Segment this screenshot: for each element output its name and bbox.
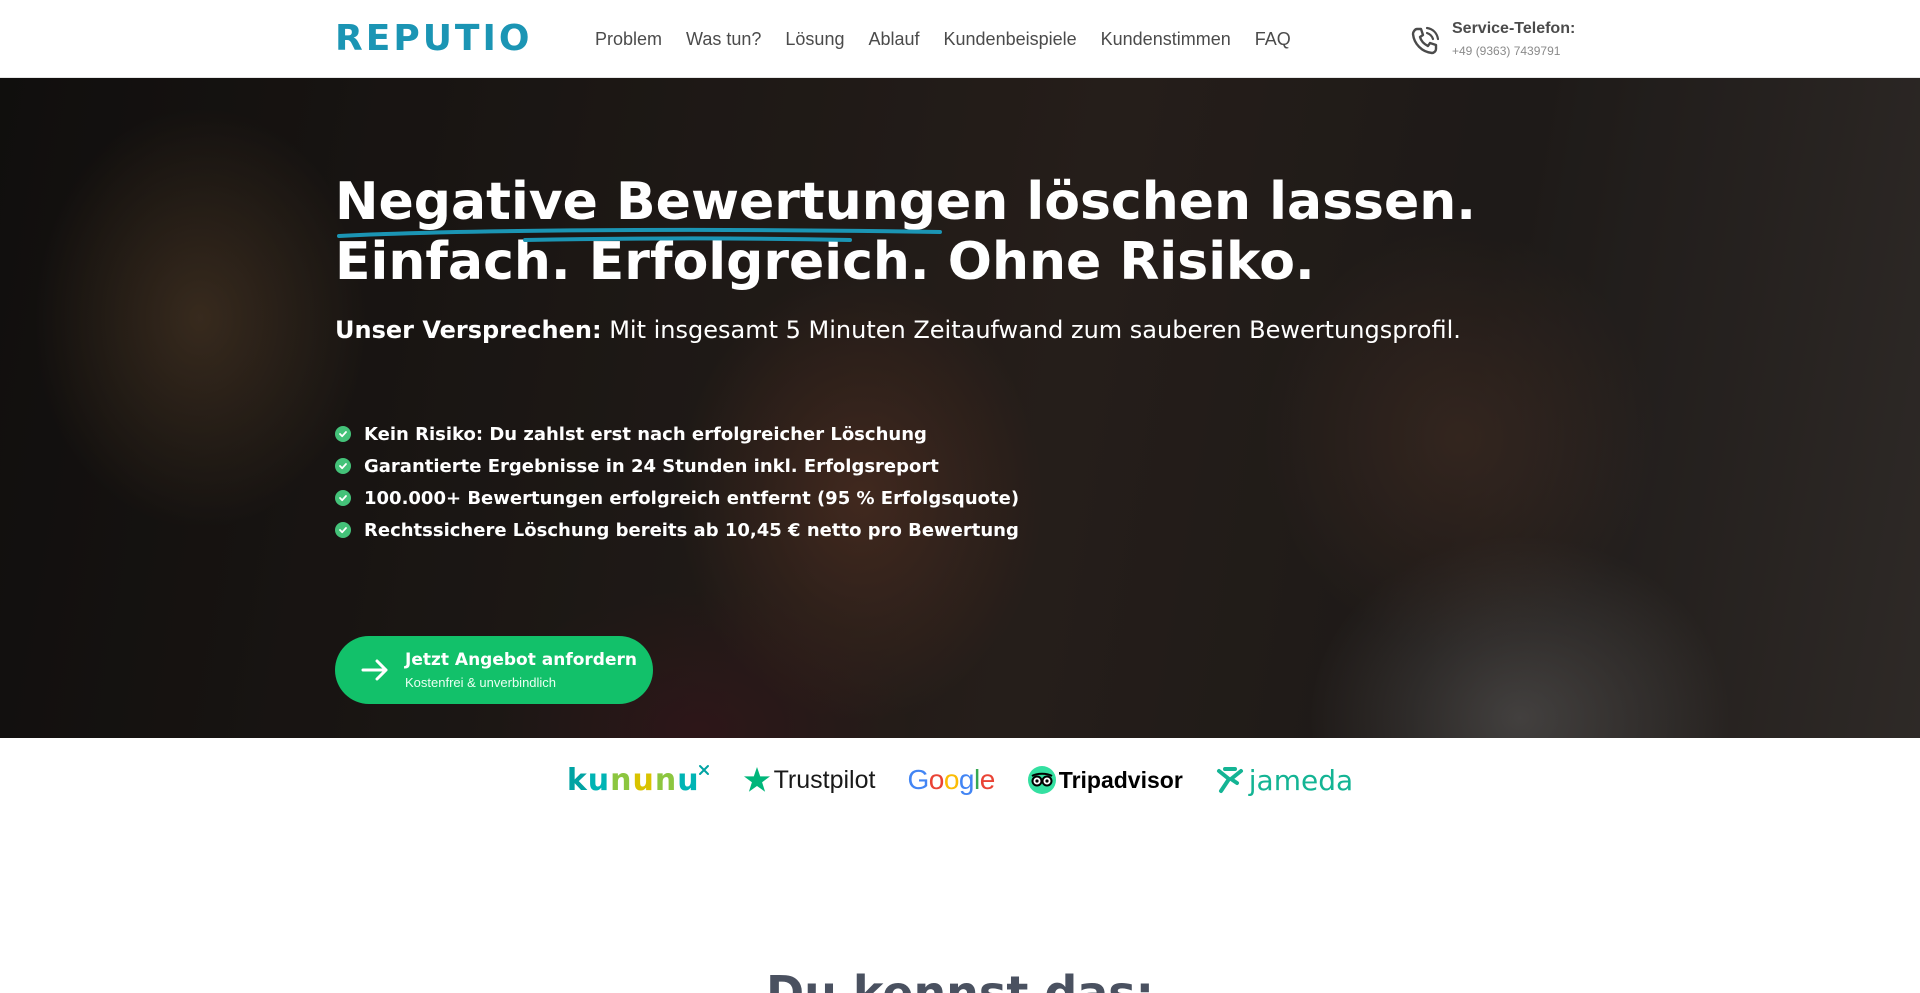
benefit-item: Garantierte Ergebnisse in 24 Stunden ink… — [335, 450, 1635, 482]
main-nav: Problem Was tun? Lösung Ablauf Kundenbei… — [595, 27, 1315, 51]
cta-title: Jetzt Angebot anfordern — [405, 649, 637, 670]
section-heading: Du kennst das: — [765, 966, 1155, 993]
benefit-list: Kein Risiko: Du zahlst erst nach erfolgr… — [335, 418, 1635, 546]
nav-item-kundenbeispiele[interactable]: Kundenbeispiele — [944, 27, 1077, 51]
phone-number[interactable]: +49 (9363) 7439791 — [1452, 42, 1575, 60]
nav-item-kundenstimmen[interactable]: Kundenstimmen — [1101, 27, 1231, 51]
tripadvisor-owl-icon — [1027, 766, 1056, 794]
check-icon — [335, 490, 351, 506]
check-icon — [335, 522, 351, 538]
kununu-letter: k — [566, 762, 588, 798]
phone-icon — [1411, 26, 1440, 55]
hero-subline: Unser Versprechen: Mit insgesamt 5 Minut… — [335, 316, 1461, 344]
cta-subtitle: Kostenfrei & unverbindlich — [405, 674, 557, 690]
hero-section: Negative Bewertungen löschen lassen. Ein… — [0, 78, 1920, 738]
site-header: REPUTIO Problem Was tun? Lösung Ablauf K… — [0, 0, 1920, 78]
headline-highlight: Negative Bewertungen — [335, 172, 1009, 232]
benefit-item: 100.000+ Bewertungen erfolgreich entfern… — [335, 482, 1635, 514]
trustpilot-star-icon — [743, 767, 770, 792]
check-icon — [335, 426, 351, 442]
jameda-logo: jameda — [1215, 760, 1353, 800]
nav-item-ablauf[interactable]: Ablauf — [868, 27, 919, 51]
kununu-mark-icon — [698, 765, 709, 775]
nav-item-loesung[interactable]: Lösung — [785, 27, 844, 51]
benefit-item: Kein Risiko: Du zahlst erst nach erfolgr… — [335, 418, 1635, 450]
kununu-logo: kununu kununu — [567, 760, 710, 800]
platform-logos: kununu kununu Trustpilot Google Tripadvi… — [0, 738, 1920, 822]
benefit-item: Rechtssichere Löschung bereits ab 10,45 … — [335, 514, 1635, 546]
trustpilot-logo: Trustpilot — [742, 760, 875, 800]
headline-underline-decoration — [337, 227, 942, 242]
phone-label: Service-Telefon: — [1452, 20, 1576, 37]
headline-rest: löschen lassen. — [1008, 172, 1477, 232]
jameda-mark-icon — [1216, 767, 1243, 793]
reputio-logo[interactable]: REPUTIO — [335, 20, 532, 58]
tripadvisor-logo: Tripadvisor — [1027, 760, 1183, 800]
nav-item-problem[interactable]: Problem — [595, 27, 662, 51]
service-phone[interactable]: Service-Telefon: +49 (9363) 7439791 — [1408, 18, 1575, 60]
check-icon — [335, 458, 351, 474]
google-logo: Google — [907, 764, 995, 795]
request-offer-button[interactable]: Jetzt Angebot anfordern Kostenfrei & unv… — [335, 636, 653, 704]
hero-content: Negative Bewertungen löschen lassen. Ein… — [335, 172, 1635, 704]
nav-item-was-tun[interactable]: Was tun? — [686, 27, 761, 51]
arrow-right-icon — [361, 659, 388, 681]
nav-item-faq[interactable]: FAQ — [1255, 27, 1291, 51]
